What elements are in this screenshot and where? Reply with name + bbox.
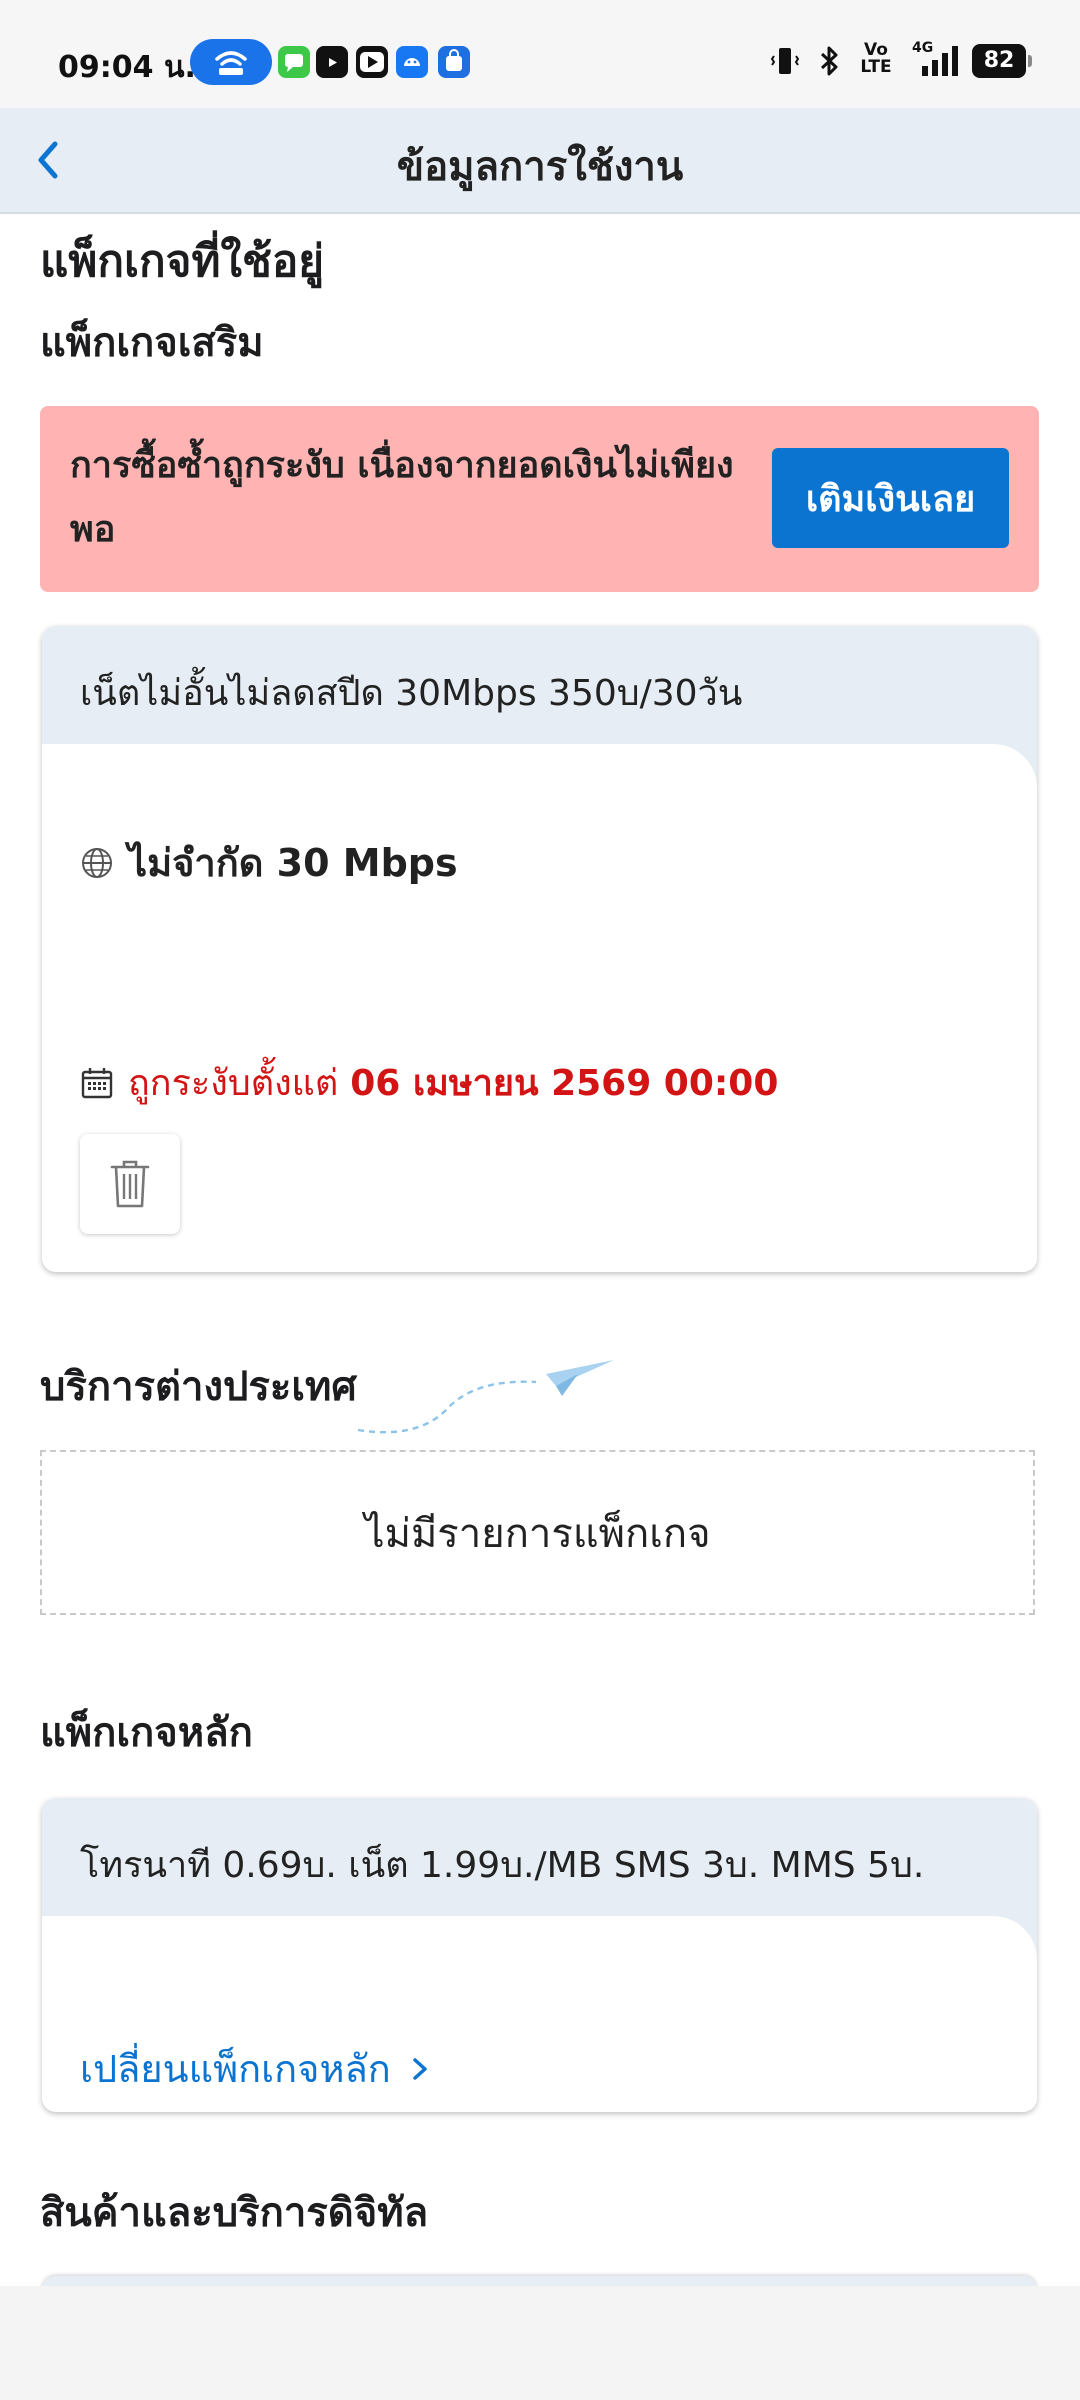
bluetooth-icon (816, 44, 842, 78)
suspended-row: ถูกระงับตั้งแต่ 06 เมษายน 2569 00:00 (80, 1054, 778, 1111)
current-packages-heading: แพ็กเกจที่ใช้อยู่ (40, 236, 325, 287)
speed-row: ไม่จำกัด 30 Mbps (80, 832, 458, 893)
main-card-body: เปลี่ยนแพ็กเกจหลัก (42, 1916, 1037, 2112)
suspended-label: ถูกระงับตั้งแต่ (128, 1063, 339, 1104)
addon-package-name: เน็ตไม่อั้นไม่ลดสปีด 30Mbps 350บ/30วัน (80, 673, 743, 714)
delete-package-button[interactable] (80, 1134, 180, 1234)
change-main-package-label: เปลี่ยนแพ็กเกจหลัก (80, 2047, 391, 2091)
shop-app-icon (438, 46, 470, 78)
suspended-date: 06 เมษายน 2569 00:00 (350, 1063, 779, 1104)
globe-icon (82, 847, 112, 878)
trash-icon (110, 1160, 150, 1208)
international-heading: บริการต่างประเทศ (40, 1364, 357, 1410)
battery-indicator: 82 (972, 44, 1032, 78)
app-header: ข้อมูลการใช้งาน (0, 108, 1080, 214)
insufficient-balance-alert: การซื้อซ้ำถูกระงับ เนื่องจากยอดเงินไม่เพ… (40, 406, 1039, 592)
volte-label: Vo LTE (860, 40, 892, 77)
addon-card-body: ไม่จำกัด 30 Mbps ถูกระงับตั้งแต่ 06 เมษา… (42, 744, 1037, 1272)
video-app-icon (356, 46, 388, 78)
network-type: 4G (912, 40, 934, 56)
messages-app-icon (278, 46, 310, 78)
calendar-icon (81, 1067, 113, 1098)
alert-message: การซื้อซ้ำถูกระงับ เนื่องจากยอดเงินไม่เพ… (70, 445, 734, 550)
main-content[interactable]: แพ็กเกจที่ใช้อยู่ แพ็กเกจเสริม การซื้อซ้… (0, 214, 1080, 2286)
page-title: ข้อมูลการใช้งาน (396, 144, 684, 190)
digital-services-heading: สินค้าและบริการดิจิทัล (40, 2190, 429, 2236)
digital-services-card (42, 2276, 1037, 2286)
main-package-heading: แพ็กเกจหลัก (40, 1710, 253, 1756)
navigation-bar (0, 2286, 1080, 2400)
main-card-body-bg: เปลี่ยนแพ็กเกจหลัก (42, 1916, 1037, 2112)
status-time: 09:04 น. (58, 50, 196, 85)
paper-plane-icon (357, 1360, 614, 1434)
change-main-package-link[interactable]: เปลี่ยนแพ็กเกจหลัก (80, 2038, 433, 2099)
international-empty-state: ไม่มีรายการแพ็กเกจ (40, 1450, 1035, 1615)
youtube-app-icon (316, 46, 348, 78)
volte-icon: Vo LTE (856, 42, 896, 76)
main-package-card: โทรนาที 0.69บ. เน็ต 1.99บ./MB SMS 3บ. MM… (42, 1798, 1037, 2112)
android-app-icon (396, 46, 428, 78)
status-bar: 09:04 น. Vo LTE 4G 82 (0, 0, 1080, 108)
digital-card-header (42, 2276, 1037, 2286)
speed-label: ไม่จำกัด 30 Mbps (128, 841, 458, 885)
main-card-header: โทรนาที 0.69บ. เน็ต 1.99บ./MB SMS 3บ. MM… (42, 1798, 1037, 1918)
hotspot-icon (190, 39, 272, 85)
chevron-right-icon (413, 2057, 427, 2080)
addon-card-body-bg: ไม่จำกัด 30 Mbps ถูกระงับตั้งแต่ 06 เมษา… (42, 744, 1037, 1272)
addon-packages-heading: แพ็กเกจเสริม (40, 320, 264, 366)
main-package-name: โทรนาที 0.69บ. เน็ต 1.99บ./MB SMS 3บ. MM… (80, 1845, 925, 1886)
addon-package-card: เน็ตไม่อั้นไม่ลดสปีด 30Mbps 350บ/30วัน ไ… (42, 626, 1037, 1272)
topup-button[interactable]: เติมเงินเลย (772, 448, 1009, 548)
addon-card-header: เน็ตไม่อั้นไม่ลดสปีด 30Mbps 350บ/30วัน (42, 626, 1037, 746)
signal-icon: 4G (908, 40, 962, 78)
vibrate-icon (768, 44, 802, 78)
